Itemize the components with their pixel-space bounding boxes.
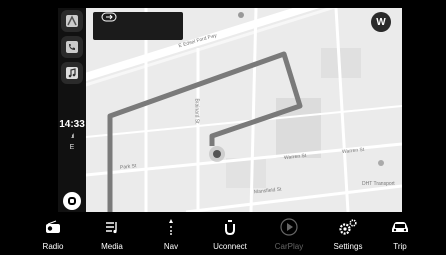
signal-strength: .ııl	[70, 134, 74, 140]
radio-button[interactable]: Radio	[28, 214, 78, 255]
maps-app-button[interactable]	[61, 10, 83, 32]
carplay-screen: 14:33 .ııl E E Edsel Ford Fwy Brainard S…	[0, 0, 446, 255]
nav-icon	[169, 219, 173, 235]
radio-label: Radio	[42, 242, 64, 251]
maps-app-icon	[66, 15, 78, 27]
uconnect-label: Uconnect	[213, 242, 247, 251]
trip-button[interactable]: Trip	[375, 214, 425, 255]
media-button[interactable]: Media	[87, 214, 137, 255]
network-type: E	[69, 144, 75, 151]
music-app-button[interactable]	[61, 62, 83, 84]
carplay-dock: 14:33 .ııl E	[58, 8, 86, 212]
carplay-icon	[280, 218, 298, 236]
settings-label: Settings	[333, 242, 363, 251]
phone-app-icon	[66, 41, 78, 53]
nav-label: Nav	[163, 242, 179, 251]
user-avatar[interactable]: W	[371, 12, 391, 32]
carplay-label: CarPlay	[274, 242, 304, 251]
bottom-nav-bar: Radio Media Nav Uconnect CarPlay Setting…	[25, 214, 425, 255]
uconnect-icon	[225, 220, 235, 235]
trip-label: Trip	[393, 242, 407, 251]
uconnect-button[interactable]: Uconnect	[205, 214, 255, 255]
trip-icon	[392, 222, 408, 232]
media-icon	[106, 222, 117, 234]
nav-button[interactable]: Nav	[146, 214, 196, 255]
media-label: Media	[101, 242, 123, 251]
phone-app-button[interactable]	[61, 36, 83, 58]
clock: 14:33	[59, 119, 85, 130]
music-app-icon	[66, 67, 78, 79]
settings-icon	[339, 219, 357, 235]
home-button[interactable]	[63, 192, 81, 210]
radio-icon	[46, 220, 60, 233]
street-label: Brainard St	[193, 98, 200, 124]
navigation-card[interactable]	[93, 12, 183, 40]
settings-button[interactable]: Settings	[323, 214, 373, 255]
map-view[interactable]: E Edsel Ford Fwy Brainard St Park St War…	[86, 8, 402, 212]
carplay-button[interactable]: CarPlay	[264, 214, 314, 255]
poi-label: DHT Transport	[362, 181, 395, 187]
exit-turn-icon	[101, 12, 117, 22]
home-button-icon	[68, 197, 76, 205]
